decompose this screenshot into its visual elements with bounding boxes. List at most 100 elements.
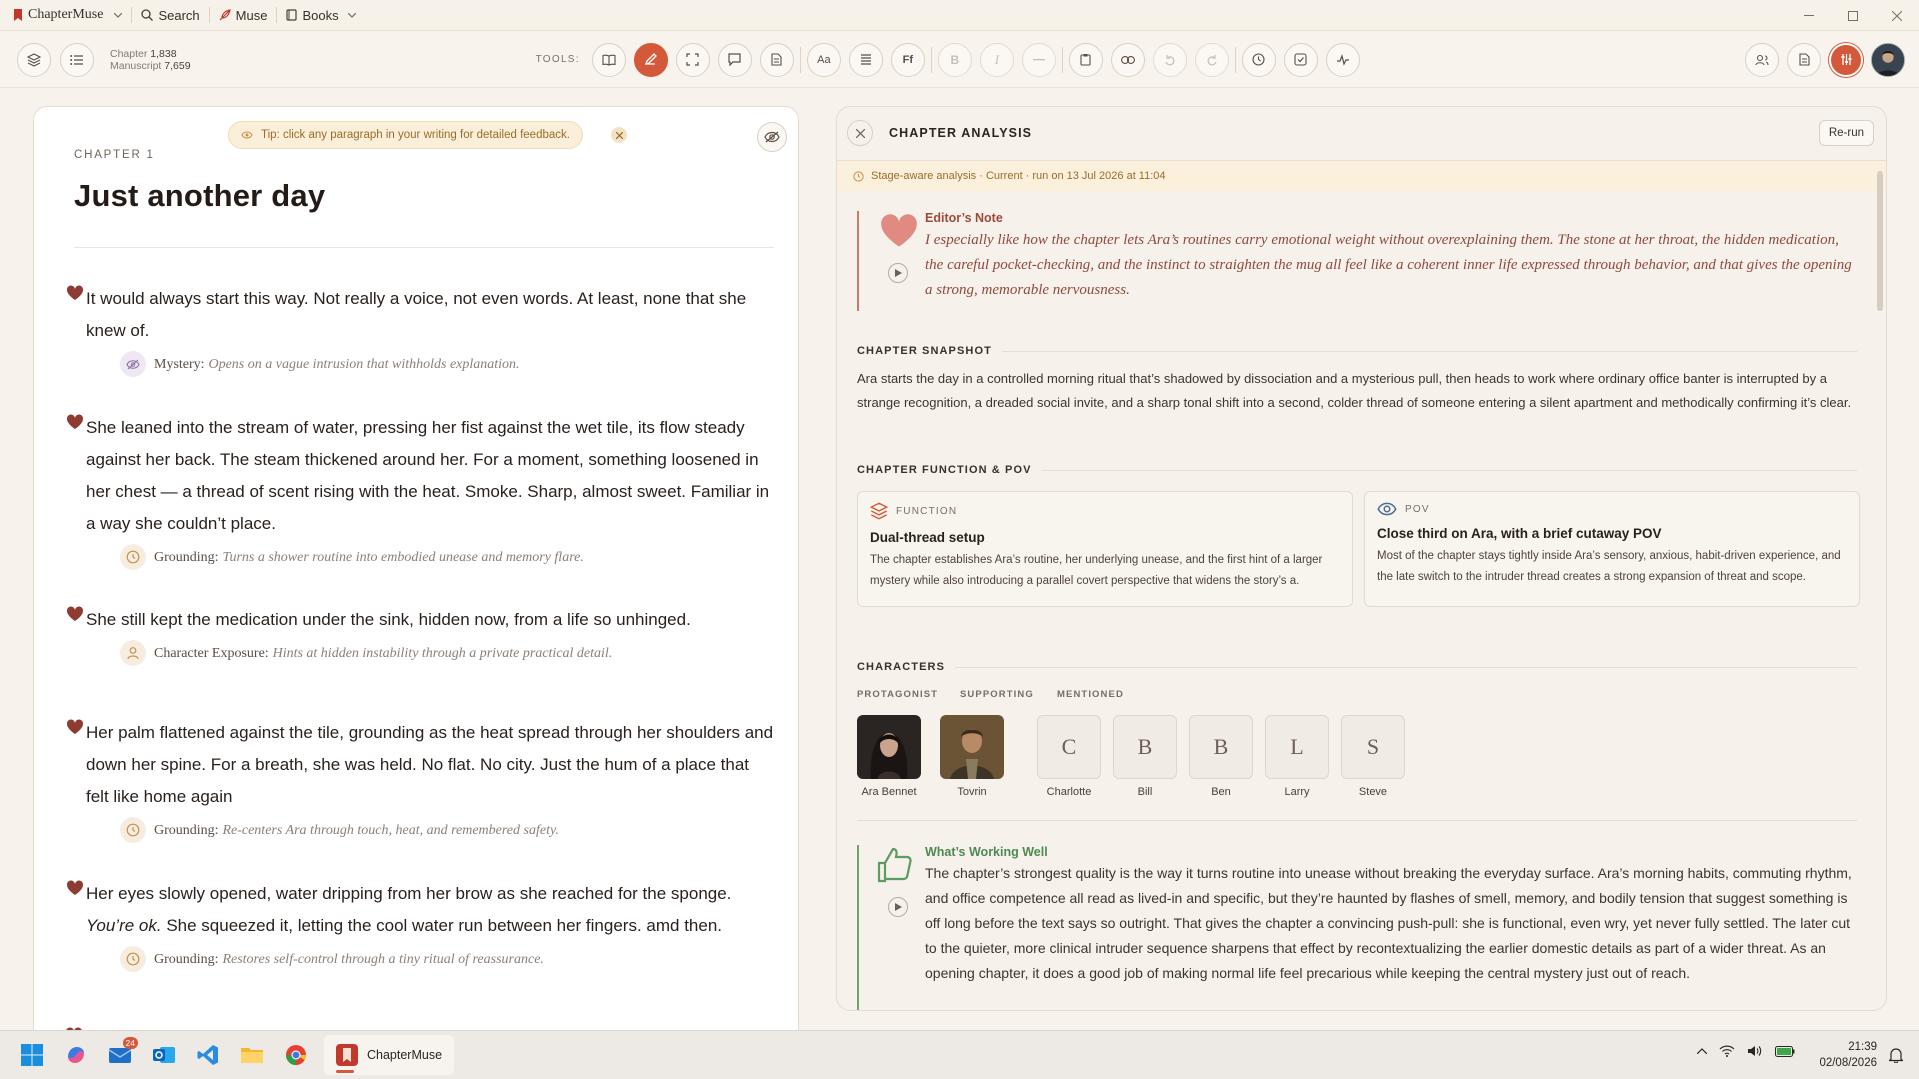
align-button[interactable] xyxy=(848,42,883,77)
chaptermuse-taskbar-item[interactable]: ChapterMuse xyxy=(324,1035,455,1075)
pulse-button[interactable] xyxy=(1325,42,1360,77)
clock[interactable]: 21:39 02/08/2026 xyxy=(1819,1039,1877,1071)
paragraph[interactable]: Her palm flattened against the tile, gro… xyxy=(66,717,776,843)
heart-icon[interactable] xyxy=(66,285,84,301)
character-portrait xyxy=(940,715,1004,779)
undo-button[interactable] xyxy=(1152,42,1187,77)
play-audio-button[interactable] xyxy=(888,263,908,283)
paragraph[interactable]: She still kept the medication under the … xyxy=(66,604,776,666)
outline-button[interactable] xyxy=(60,42,94,77)
bold-button[interactable]: B xyxy=(937,42,972,77)
title-bar: ChapterMuse Search Muse Books xyxy=(0,0,1919,31)
italic-button[interactable]: I xyxy=(979,42,1014,77)
character-card[interactable]: B Ben xyxy=(1189,715,1253,798)
paragraph[interactable]: It would always start this way. Not real… xyxy=(66,283,776,377)
history-button[interactable] xyxy=(1241,42,1276,77)
feedback-note[interactable]: Grounding: Restores self-control through… xyxy=(120,946,776,972)
chapter-count: 1,838 xyxy=(150,47,177,60)
scrollbar[interactable] xyxy=(1877,161,1883,1010)
search-menu[interactable]: Search xyxy=(132,0,208,31)
feedback-note[interactable]: Mystery: Opens on a vague intrusion that… xyxy=(120,351,776,377)
close-panel-button[interactable] xyxy=(847,120,873,146)
feedback-type: Grounding: xyxy=(154,952,219,967)
feedback-description: Hints at hidden instability through a pr… xyxy=(272,646,613,661)
clipboard-button[interactable] xyxy=(1068,42,1103,77)
maximize-button[interactable] xyxy=(1831,0,1875,31)
character-card[interactable]: S Steve xyxy=(1341,715,1405,798)
chrome-button[interactable] xyxy=(276,1035,316,1075)
align-icon xyxy=(860,54,871,65)
system-tray xyxy=(1697,1045,1795,1057)
paragraph-text: It would always start this way. Not real… xyxy=(86,289,747,340)
manuscript-count: 7,659 xyxy=(164,59,191,72)
feedback-note[interactable]: Character Exposure: Hints at hidden inst… xyxy=(120,640,776,666)
manuscript-button[interactable] xyxy=(1787,42,1821,77)
close-icon xyxy=(855,128,865,138)
copilot-button[interactable] xyxy=(56,1035,96,1075)
heart-icon[interactable] xyxy=(66,606,84,622)
clock-time: 21:39 xyxy=(1848,1041,1877,1053)
word-counts: Chapter 1,838 Manuscript 7,659 xyxy=(110,48,191,72)
play-audio-button[interactable] xyxy=(888,897,908,917)
heart-icon[interactable] xyxy=(66,414,84,430)
character-card[interactable]: B Bill xyxy=(1113,715,1177,798)
notification-bell-icon[interactable] xyxy=(1889,1047,1903,1063)
hide-feedback-button[interactable] xyxy=(757,122,787,152)
app-menu[interactable]: ChapterMuse xyxy=(0,0,131,31)
books-menu[interactable]: Books xyxy=(277,0,364,31)
manuscript-count-label: Manuscript xyxy=(110,59,162,72)
rerun-button[interactable]: Re-run xyxy=(1818,120,1874,146)
feedback-type: Grounding: xyxy=(154,823,219,838)
character-card[interactable]: Tovrin xyxy=(940,715,1004,798)
read-mode-button[interactable] xyxy=(591,42,626,77)
pov-card: POV Close third on Ara, with a brief cut… xyxy=(1364,491,1860,607)
folder-icon xyxy=(241,1048,263,1063)
notes-button[interactable] xyxy=(759,42,794,77)
clock-icon xyxy=(1252,53,1265,66)
pencil-icon xyxy=(645,53,658,66)
link-button[interactable] xyxy=(1110,42,1145,77)
focus-mode-button[interactable] xyxy=(675,42,710,77)
character-card[interactable]: L Larry xyxy=(1265,715,1329,798)
character-card[interactable]: C Charlotte xyxy=(1037,715,1101,798)
volume-icon[interactable] xyxy=(1747,1045,1763,1057)
comments-button[interactable] xyxy=(717,42,752,77)
muse-menu[interactable]: Muse xyxy=(210,0,277,31)
write-mode-button[interactable] xyxy=(633,42,668,77)
heart-icon[interactable] xyxy=(66,880,84,896)
mentioned-label: MENTIONED xyxy=(1057,689,1124,700)
scrollbar-thumb[interactable] xyxy=(1877,171,1883,311)
clock-icon xyxy=(120,946,146,972)
start-button[interactable] xyxy=(12,1035,52,1075)
dash-button[interactable] xyxy=(1021,42,1056,77)
redo-button[interactable] xyxy=(1194,42,1229,77)
checklist-button[interactable] xyxy=(1283,42,1318,77)
editors-note-title: Editor’s Note xyxy=(925,211,1003,225)
snapshot-text: Ara starts the day in a controlled morni… xyxy=(857,371,1852,410)
dismiss-tip-button[interactable] xyxy=(611,127,627,143)
battery-icon[interactable] xyxy=(1775,1045,1795,1057)
avatar[interactable] xyxy=(1871,42,1905,77)
outlook-button[interactable] xyxy=(144,1035,184,1075)
heart-icon[interactable] xyxy=(66,719,84,735)
characters-button[interactable] xyxy=(1745,42,1779,77)
character-card[interactable]: Ara Bennet xyxy=(857,715,921,798)
feedback-note[interactable]: Grounding: Re-centers Ara through touch,… xyxy=(120,817,776,843)
minimize-button[interactable] xyxy=(1787,0,1831,31)
wifi-icon[interactable] xyxy=(1719,1045,1735,1057)
chapter-title[interactable]: Just another day xyxy=(74,178,325,214)
analysis-button[interactable] xyxy=(1829,42,1863,77)
paragraph[interactable]: She leaned into the stream of water, pre… xyxy=(66,412,776,570)
chevron-up-icon[interactable] xyxy=(1697,1048,1707,1054)
paragraph[interactable]: Her eyes slowly opened, water dripping f… xyxy=(66,878,776,972)
font-family-button[interactable]: Ff xyxy=(890,42,925,77)
function-text: The chapter establishes Ara’s routine, h… xyxy=(870,554,1323,587)
feedback-note[interactable]: Grounding: Turns a shower routine into e… xyxy=(120,544,776,570)
font-button[interactable]: Aa xyxy=(806,42,841,77)
layers-button[interactable] xyxy=(17,42,51,77)
mail-button[interactable]: 24 xyxy=(100,1035,140,1075)
vscode-button[interactable] xyxy=(188,1035,228,1075)
close-window-button[interactable] xyxy=(1875,0,1919,31)
function-label: FUNCTION xyxy=(896,505,958,517)
file-explorer-button[interactable] xyxy=(232,1035,272,1075)
